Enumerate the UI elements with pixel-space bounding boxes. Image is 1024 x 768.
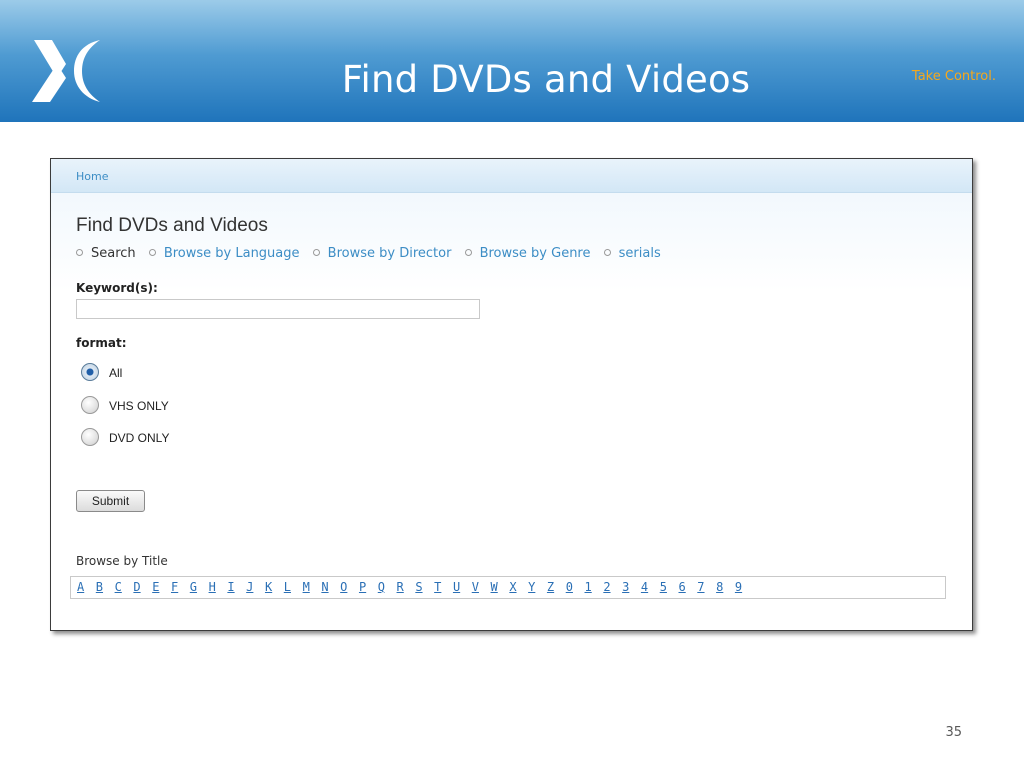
- browse-title-link[interactable]: 6: [679, 580, 698, 594]
- browse-title-link[interactable]: 0: [566, 580, 585, 594]
- browse-title-link[interactable]: S: [415, 580, 434, 594]
- page-number: 35: [945, 725, 962, 740]
- browse-title-link[interactable]: E: [152, 580, 171, 594]
- browse-title-link[interactable]: Q: [378, 580, 397, 594]
- browse-title-link[interactable]: 1: [585, 580, 604, 594]
- browse-title-link[interactable]: K: [265, 580, 284, 594]
- breadcrumb: Home: [51, 159, 972, 193]
- format-option-label: DVD ONLY: [109, 431, 170, 445]
- radio-checked-icon[interactable]: [81, 363, 99, 381]
- browse-title-link[interactable]: 4: [641, 580, 660, 594]
- browse-title-link[interactable]: T: [434, 580, 453, 594]
- keyword-input[interactable]: [76, 299, 480, 319]
- page-title: Find DVDs and Videos: [76, 215, 268, 236]
- bullet-icon: [603, 249, 611, 256]
- bullet-icon: [76, 249, 83, 256]
- browse-title-link[interactable]: U: [453, 580, 472, 594]
- nav-item-serials[interactable]: serials: [603, 246, 661, 261]
- browse-title-link[interactable]: G: [190, 580, 209, 594]
- submit-button[interactable]: Submit: [76, 490, 145, 512]
- browse-title-link[interactable]: 2: [603, 580, 622, 594]
- browse-by-title-bar: ABCDEFGHIJKLMNOPQRSTUVWXYZ0123456789: [70, 576, 946, 599]
- alpha-link-list: ABCDEFGHIJKLMNOPQRSTUVWXYZ0123456789: [77, 580, 754, 594]
- nav-item-search[interactable]: Search: [76, 246, 136, 261]
- nav-item-label: Browse by Genre: [479, 246, 591, 261]
- bullet-icon: [464, 249, 472, 256]
- breadcrumb-home-link[interactable]: Home: [76, 170, 108, 183]
- radio-unchecked-icon[interactable]: [81, 428, 99, 446]
- nav-item-browse-by-director[interactable]: Browse by Director: [312, 246, 452, 261]
- frame-background: [51, 192, 972, 292]
- browse-title-link[interactable]: 8: [716, 580, 735, 594]
- nav-item-browse-by-language[interactable]: Browse by Language: [148, 246, 300, 261]
- screenshot-frame: Home Find DVDs and Videos Search Browse …: [50, 158, 973, 631]
- keyword-label: Keyword(s):: [76, 281, 158, 295]
- browse-title-link[interactable]: 9: [735, 580, 754, 594]
- search-nav: Search Browse by Language Browse by Dire…: [76, 246, 670, 261]
- browse-title-link[interactable]: H: [209, 580, 228, 594]
- tagline: Take Control.: [911, 69, 996, 84]
- radio-unchecked-icon[interactable]: [81, 396, 99, 414]
- slide-title: Find DVDs and Videos: [341, 58, 751, 101]
- browse-title-link[interactable]: 5: [660, 580, 679, 594]
- bullet-icon: [312, 249, 320, 256]
- nav-item-label: Search: [91, 246, 136, 261]
- browse-title-link[interactable]: P: [359, 580, 378, 594]
- browse-title-link[interactable]: 7: [697, 580, 716, 594]
- nav-item-browse-by-genre[interactable]: Browse by Genre: [464, 246, 591, 261]
- browse-title-link[interactable]: Z: [547, 580, 566, 594]
- browse-title-link[interactable]: V: [472, 580, 491, 594]
- browse-title-link[interactable]: X: [509, 580, 528, 594]
- slide-header: Find DVDs and Videos Take Control.: [0, 0, 1024, 122]
- bullet-icon: [148, 249, 156, 256]
- browse-title-link[interactable]: M: [303, 580, 322, 594]
- format-option-label: VHS ONLY: [109, 399, 169, 413]
- browse-title-link[interactable]: A: [77, 580, 96, 594]
- browse-title-link[interactable]: D: [133, 580, 152, 594]
- browse-title-link[interactable]: J: [246, 580, 265, 594]
- browse-title-link[interactable]: O: [340, 580, 359, 594]
- browse-title-link[interactable]: F: [171, 580, 190, 594]
- format-option-label: All: [109, 366, 123, 380]
- browse-title-link[interactable]: W: [491, 580, 510, 594]
- nav-item-label: Browse by Director: [327, 246, 452, 261]
- browse-title-link[interactable]: L: [284, 580, 303, 594]
- nav-item-label: serials: [618, 246, 661, 261]
- browse-title-link[interactable]: R: [397, 580, 416, 594]
- browse-title-link[interactable]: Y: [528, 580, 547, 594]
- format-label: format:: [76, 336, 127, 350]
- browse-by-title-heading: Browse by Title: [76, 554, 168, 568]
- browse-title-link[interactable]: 3: [622, 580, 641, 594]
- nav-item-label: Browse by Language: [163, 246, 300, 261]
- browse-title-link[interactable]: N: [321, 580, 340, 594]
- browse-title-link[interactable]: I: [227, 580, 246, 594]
- browse-title-link[interactable]: B: [96, 580, 115, 594]
- browse-title-link[interactable]: C: [115, 580, 134, 594]
